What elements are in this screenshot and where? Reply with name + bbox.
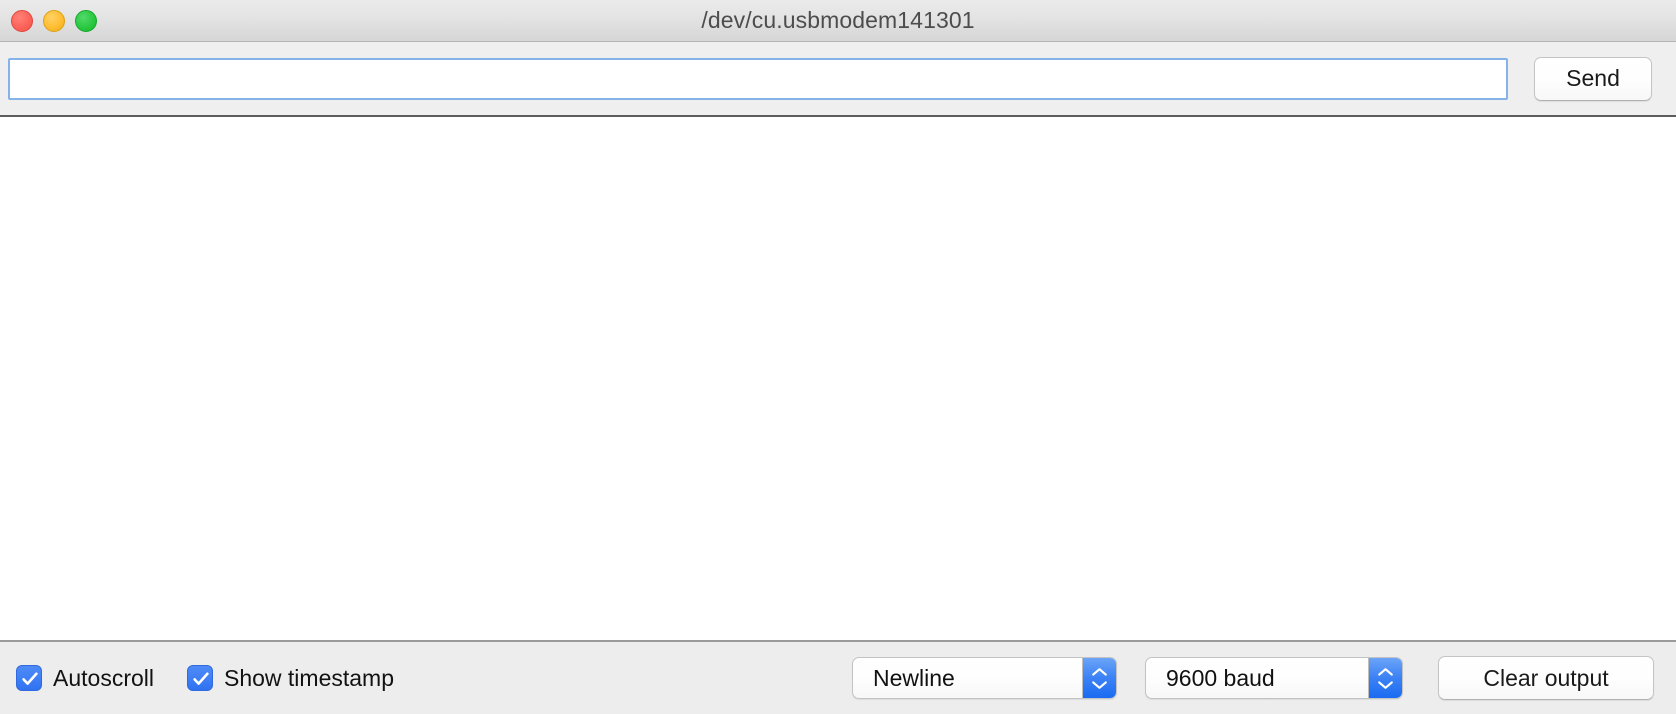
chevron-up-icon bbox=[1378, 667, 1393, 676]
serial-output-area[interactable] bbox=[0, 117, 1676, 642]
show-timestamp-checkbox-group[interactable]: Show timestamp bbox=[186, 664, 394, 692]
line-ending-select[interactable]: Newline bbox=[852, 657, 1117, 699]
send-button[interactable]: Send bbox=[1534, 56, 1652, 101]
baud-rate-stepper[interactable] bbox=[1368, 658, 1402, 698]
autoscroll-label: Autoscroll bbox=[53, 664, 154, 691]
status-bar: Autoscroll Show timestamp Newline 9600 b… bbox=[0, 642, 1676, 714]
line-ending-value: Newline bbox=[873, 664, 955, 691]
send-toolbar: Send bbox=[0, 42, 1676, 117]
window-title: /dev/cu.usbmodem141301 bbox=[701, 7, 975, 33]
show-timestamp-label: Show timestamp bbox=[223, 664, 394, 691]
show-timestamp-checkbox[interactable] bbox=[186, 665, 213, 691]
chevron-down-icon bbox=[1378, 680, 1393, 689]
line-ending-stepper[interactable] bbox=[1082, 658, 1116, 698]
window-controls bbox=[11, 0, 97, 42]
close-button[interactable] bbox=[11, 10, 33, 32]
baud-rate-select[interactable]: 9600 baud bbox=[1145, 657, 1403, 699]
chevron-down-icon bbox=[1092, 680, 1107, 689]
maximize-button[interactable] bbox=[75, 10, 97, 32]
clear-output-button[interactable]: Clear output bbox=[1438, 656, 1654, 700]
title-bar: /dev/cu.usbmodem141301 bbox=[0, 0, 1676, 42]
autoscroll-checkbox[interactable] bbox=[16, 665, 42, 691]
serial-monitor-window: /dev/cu.usbmodem141301 Send Autoscroll S… bbox=[0, 0, 1676, 714]
chevron-up-icon bbox=[1092, 667, 1107, 676]
autoscroll-checkbox-group[interactable]: Autoscroll bbox=[16, 665, 154, 692]
baud-rate-value: 9600 baud bbox=[1166, 664, 1275, 691]
message-input[interactable] bbox=[8, 57, 1508, 100]
checkmark-icon bbox=[22, 672, 38, 685]
minimize-button[interactable] bbox=[43, 10, 65, 32]
checkmark-icon bbox=[193, 672, 209, 685]
